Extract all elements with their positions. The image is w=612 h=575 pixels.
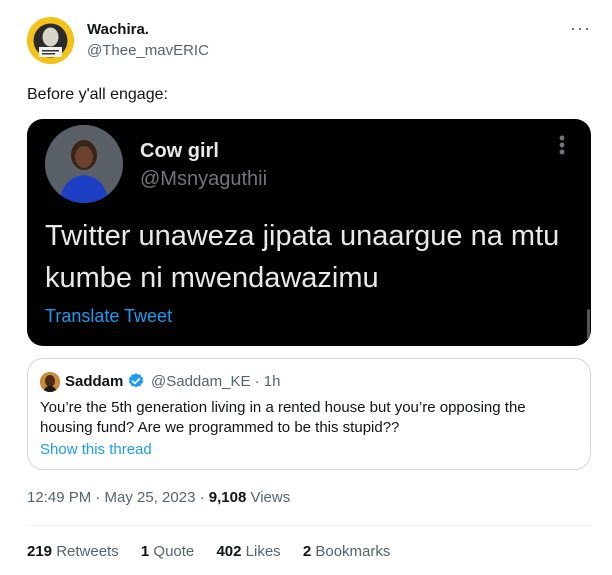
quote-avatar[interactable] <box>40 372 60 392</box>
media-more-icon: • • • <box>558 128 566 162</box>
quotes-stat[interactable]: 1 Quote <box>141 543 194 560</box>
bookmarks-count: 2 <box>302 543 312 560</box>
media-author-handle: @Msnyaguthii <box>140 168 268 190</box>
media-avatar <box>45 125 123 203</box>
engagement-stats: 219 Retweets 1 Quote 402 Likes 2 Bookmar… <box>27 543 408 560</box>
quotes-count: 1 <box>140 543 150 560</box>
author-name[interactable]: Wachira. <box>87 21 149 38</box>
media-scrollbar <box>587 309 590 339</box>
likes-count: 402 <box>216 543 242 560</box>
retweets-label: Retweets <box>52 543 119 560</box>
show-thread-link[interactable]: Show this thread <box>40 441 152 458</box>
likes-stat[interactable]: 402 Likes <box>216 543 280 560</box>
tweet-media-image[interactable]: Cow girl @Msnyaguthii • • • Twitter unawez… <box>27 119 591 346</box>
likes-label: Likes <box>241 543 281 560</box>
media-author-name: Cow girl <box>140 140 219 162</box>
bookmarks-stat[interactable]: 2 Bookmarks <box>303 543 391 560</box>
quote-author-handle[interactable]: @Saddam_KE · 1h <box>151 373 280 390</box>
tweet-meta: 12:49 PM · May 25, 2023 · 9,108 Views <box>27 489 290 506</box>
author-avatar[interactable] <box>27 17 74 64</box>
views-label: Views <box>246 489 291 506</box>
more-options-icon[interactable]: ··· <box>570 18 591 39</box>
retweets-count: 219 <box>27 543 53 560</box>
bookmarks-label: Bookmarks <box>311 543 391 560</box>
tweet-timestamp[interactable]: 12:49 PM · May 25, 2023 · <box>27 489 209 506</box>
views-count: 9,108 <box>208 489 247 506</box>
tweet-text: Before y'all engage: <box>27 86 168 103</box>
quotes-label: Quote <box>149 543 195 560</box>
quote-author-name[interactable]: Saddam <box>65 373 123 390</box>
retweets-stat[interactable]: 219 Retweets <box>27 543 119 560</box>
verified-badge-icon <box>128 373 144 388</box>
media-tweet-text: Twitter unaweza jipata unaargue na mtu k… <box>45 220 560 294</box>
tweet: Wachira. @Thee_mavERIC ··· Before y'all … <box>0 0 612 575</box>
media-translate-label: Translate Tweet <box>45 306 173 326</box>
author-handle[interactable]: @Thee_mavERIC <box>87 42 209 59</box>
quoted-tweet[interactable]: Saddam @Saddam_KE · 1h You’re the 5th ge… <box>27 358 591 470</box>
quote-text: You’re the 5th generation living in a re… <box>40 399 526 436</box>
divider <box>27 525 591 526</box>
